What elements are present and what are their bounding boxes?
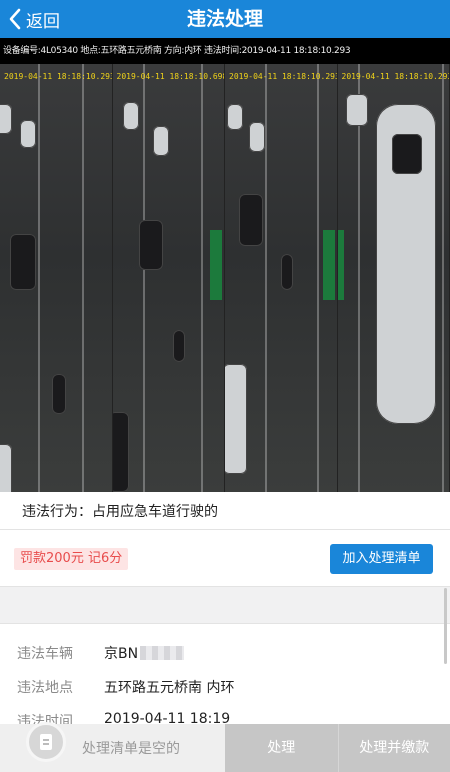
back-button[interactable]: 返回 <box>8 0 60 38</box>
masked-plate <box>140 646 185 660</box>
page-title: 违法处理 <box>186 8 263 30</box>
detail-value: 京BN <box>104 643 185 663</box>
document-icon <box>26 722 66 762</box>
detail-value: 2019-04-11 18:19 <box>104 711 231 725</box>
violation-row: 违法行为： 占用应急车道行驶的 <box>0 492 450 530</box>
photo-info-bar: 设备编号:4L05340 地点:五环路五元桥南 方向:内环 违法时间:2019-… <box>0 38 450 64</box>
violation-photo[interactable]: 设备编号:4L05340 地点:五环路五元桥南 方向:内环 违法时间:2019-… <box>0 38 450 492</box>
nav-bar: 返回 违法处理 <box>0 0 450 38</box>
detail-key: 违法地点 <box>17 680 73 696</box>
process-and-pay-button[interactable]: 处理并缴款 <box>337 724 450 772</box>
frame-3-timestamp: 2019-04-11 18:18:10.293 <box>229 72 338 81</box>
plate-number: 京BN <box>104 646 139 662</box>
back-label: 返回 <box>26 11 60 32</box>
add-to-list-button[interactable]: 加入处理清单 <box>330 544 433 574</box>
fine-badge: 罚款200元 记6分 <box>14 548 129 570</box>
violation-value: 占用应急车道行驶的 <box>92 503 218 520</box>
photo-frame-4: 2019-04-11 18:18:10.293 <box>337 64 450 492</box>
frame-4-timestamp: 2019-04-11 18:18:10.293 <box>341 72 450 81</box>
detail-key: 违法车辆 <box>17 646 73 662</box>
photo-frame-1: 2019-04-11 18:18:10.293 <box>0 64 113 492</box>
detail-row-location: 违法地点 五环路五元桥南 内环 <box>0 671 450 701</box>
violation-details: 违法车辆 京BN 违法地点 五环路五元桥南 内环 违法时间 2019-04-11… <box>0 625 450 725</box>
process-button[interactable]: 处理 <box>225 724 338 772</box>
process-list-status: 处理清单是空的 <box>82 741 180 757</box>
detail-row-time: 违法时间 2019-04-11 18:19 <box>0 705 450 725</box>
scrollbar[interactable] <box>444 588 447 664</box>
frame-1-timestamp: 2019-04-11 18:18:10.293 <box>4 72 113 81</box>
photo-frames: 2019-04-11 18:18:10.293 2019-04-11 18:18… <box>0 64 450 492</box>
chevron-left-icon <box>9 8 21 30</box>
bottom-action-bar: 处理清单是空的 处理 处理并缴款 <box>0 722 450 772</box>
frame-2-timestamp: 2019-04-11 18:18:10.698 <box>116 72 225 81</box>
process-list[interactable]: 处理清单是空的 <box>0 722 225 772</box>
detail-row-vehicle: 违法车辆 京BN <box>0 637 450 667</box>
violation-label: 违法行为： <box>22 503 92 520</box>
fine-row: 罚款200元 记6分 加入处理清单 <box>0 531 450 586</box>
detail-value: 五环路五元桥南 内环 <box>104 680 235 696</box>
photo-frame-3: 2019-04-11 18:18:10.293 <box>225 64 338 492</box>
photo-frame-2: 2019-04-11 18:18:10.698 <box>112 64 225 492</box>
section-divider <box>0 586 450 624</box>
